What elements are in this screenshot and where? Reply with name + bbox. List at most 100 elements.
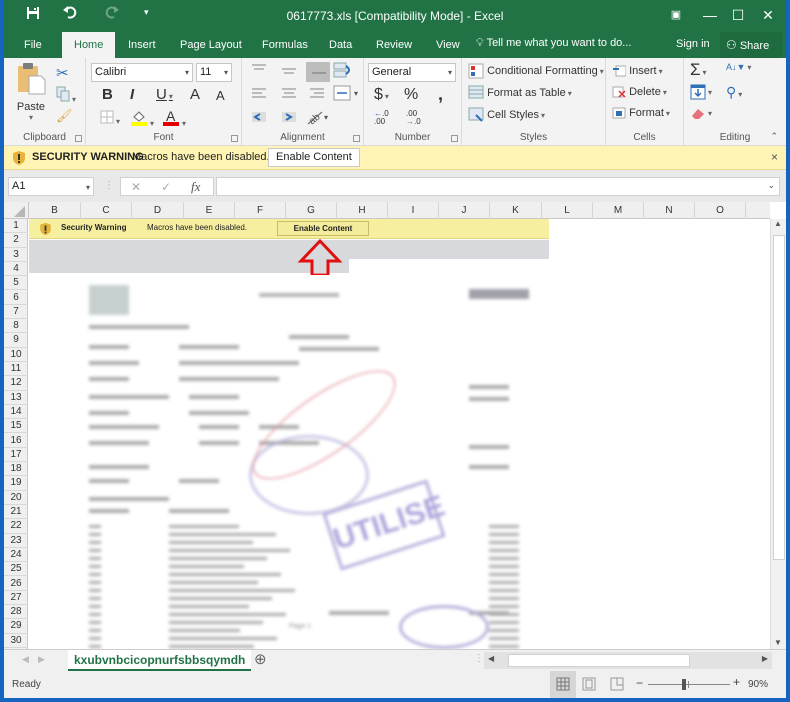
column-header[interactable]: E — [184, 202, 235, 219]
sign-in-link[interactable]: Sign in — [676, 38, 710, 50]
row-header[interactable]: 26 — [4, 577, 28, 591]
prev-sheet-arrow[interactable]: ◀ — [22, 654, 29, 665]
insert-function-button[interactable]: fx — [191, 179, 200, 195]
fill-button[interactable]: ▾ — [690, 84, 712, 100]
find-select-button[interactable]: ⚲ ▾ — [726, 84, 742, 101]
font-size-select[interactable]: 11 ▾ — [196, 63, 232, 82]
zoom-in-button[interactable]: + — [733, 675, 740, 689]
sort-filter-button[interactable]: A↓▼ ▾ — [726, 62, 751, 72]
conditional-formatting-button[interactable]: Conditional Formatting ▾ — [468, 63, 604, 79]
decrease-decimal-button[interactable]: .00 →.0 — [406, 110, 421, 126]
formula-input[interactable]: ⌄ — [216, 177, 780, 196]
row-header[interactable]: 11 — [4, 362, 28, 377]
shrink-font-button[interactable]: A — [216, 88, 225, 103]
tab-split-handle[interactable]: ⋮ — [474, 653, 484, 664]
row-header[interactable]: 18 — [4, 462, 28, 477]
row-header[interactable]: 5 — [4, 276, 28, 291]
grow-font-button[interactable]: A — [190, 86, 200, 103]
borders-button[interactable]: ▾ — [100, 110, 120, 127]
row-header[interactable]: 27 — [4, 591, 28, 606]
row-header[interactable]: 10 — [4, 348, 28, 362]
wrap-text-icon[interactable] — [333, 62, 350, 78]
zoom-out-button[interactable]: − — [636, 676, 643, 690]
fill-color-button[interactable]: ▾ — [130, 108, 154, 129]
tab-file[interactable]: File — [24, 37, 42, 58]
next-sheet-arrow[interactable]: ▶ — [38, 654, 45, 665]
copy-icon[interactable]: ▾ — [56, 86, 76, 105]
collapse-ribbon-icon[interactable]: ⌃ — [770, 131, 778, 142]
clear-button[interactable]: ▾ — [690, 106, 712, 120]
clipboard-launcher[interactable] — [75, 135, 82, 142]
ribbon-display-options-button[interactable]: ▣ — [664, 5, 688, 25]
column-header[interactable]: D — [132, 202, 184, 219]
tab-home[interactable]: Home — [62, 32, 116, 58]
row-header[interactable]: 3 — [4, 248, 28, 262]
expand-formula-bar-icon[interactable]: ⌄ — [767, 180, 775, 191]
tab-page-layout[interactable]: Page Layout — [180, 37, 242, 58]
close-warning-button[interactable]: × — [771, 150, 778, 164]
vertical-scroll-thumb[interactable] — [773, 235, 785, 560]
delete-cells-button[interactable]: Delete ▾ — [612, 85, 667, 99]
row-header[interactable]: 23 — [4, 534, 28, 548]
underline-button[interactable]: U ▾ — [156, 86, 173, 103]
bottom-align-icon[interactable] — [306, 62, 330, 82]
row-header[interactable]: 8 — [4, 319, 28, 334]
row-header[interactable]: 24 — [4, 548, 28, 563]
top-align-icon[interactable] — [252, 64, 266, 70]
row-header[interactable]: 9 — [4, 333, 28, 348]
row-header[interactable]: 17 — [4, 448, 28, 463]
normal-view-button[interactable] — [550, 671, 576, 698]
cut-icon[interactable]: ✂ — [56, 64, 69, 82]
sheet-tab-active[interactable]: kxubvnbcicopnurfsbbsqymdh — [68, 650, 252, 671]
currency-button[interactable]: $ ▾ — [374, 86, 389, 104]
format-painter-icon[interactable]: 🖌︎ — [56, 108, 73, 124]
increase-indent-icon[interactable] — [282, 112, 296, 122]
format-cells-button[interactable]: Format ▾ — [612, 106, 670, 120]
zoom-level[interactable]: 90% — [748, 679, 768, 690]
scroll-left-arrow[interactable]: ◀ — [488, 654, 494, 663]
font-color-button[interactable]: A ▾ — [162, 108, 186, 129]
paste-button[interactable]: Paste ▾ — [16, 62, 46, 122]
column-header[interactable]: K — [490, 202, 542, 219]
align-center-icon[interactable] — [282, 88, 296, 98]
decrease-indent-icon[interactable] — [252, 112, 266, 122]
font-name-select[interactable]: Calibri ▾ — [91, 63, 193, 82]
row-header[interactable]: 19 — [4, 476, 28, 491]
font-launcher[interactable] — [231, 135, 238, 142]
vertical-scrollbar[interactable]: ▲ ▼ — [770, 219, 786, 649]
scroll-up-arrow[interactable]: ▲ — [774, 219, 782, 228]
row-header[interactable]: 25 — [4, 562, 28, 577]
minimize-button[interactable]: — — [698, 5, 722, 25]
insert-cells-button[interactable]: Insert ▾ — [612, 64, 663, 78]
row-header[interactable]: 28 — [4, 605, 28, 620]
bold-button[interactable]: B — [102, 86, 113, 103]
share-button[interactable]: ⚇ Share — [720, 32, 782, 58]
row-header[interactable]: 30 — [4, 634, 28, 648]
horizontal-scroll-thumb[interactable] — [508, 654, 690, 667]
row-header[interactable]: 21 — [4, 505, 28, 520]
cancel-entry-button[interactable]: ✕ — [131, 180, 141, 194]
middle-align-icon[interactable] — [282, 68, 296, 74]
row-header[interactable]: 1 — [4, 219, 28, 234]
column-header[interactable]: L — [542, 202, 593, 219]
confirm-entry-button[interactable]: ✓ — [161, 180, 171, 194]
tab-review[interactable]: Review — [376, 37, 412, 58]
row-header[interactable]: 6 — [4, 291, 28, 305]
column-header[interactable]: M — [593, 202, 644, 219]
format-as-table-button[interactable]: Format as Table ▾ — [468, 85, 572, 101]
scroll-down-arrow[interactable]: ▼ — [774, 638, 782, 647]
scroll-right-arrow[interactable]: ▶ — [762, 654, 768, 663]
row-header[interactable]: 14 — [4, 405, 28, 420]
page-layout-view-button[interactable] — [582, 677, 596, 694]
row-header[interactable]: 7 — [4, 305, 28, 320]
row-header[interactable]: 15 — [4, 419, 28, 434]
zoom-slider[interactable] — [648, 679, 730, 690]
row-header[interactable]: 2 — [4, 233, 28, 248]
increase-decimal-button[interactable]: ←.0.00 — [374, 110, 389, 126]
merge-center-icon[interactable]: ▾ — [333, 85, 358, 101]
tell-me-search[interactable]: 💡︎ Tell me what you want to do... — [476, 37, 631, 50]
italic-button[interactable]: I — [130, 86, 134, 103]
select-all-button[interactable] — [4, 202, 29, 219]
row-header[interactable]: 16 — [4, 434, 28, 448]
number-format-select[interactable]: General ▾ — [368, 63, 456, 82]
